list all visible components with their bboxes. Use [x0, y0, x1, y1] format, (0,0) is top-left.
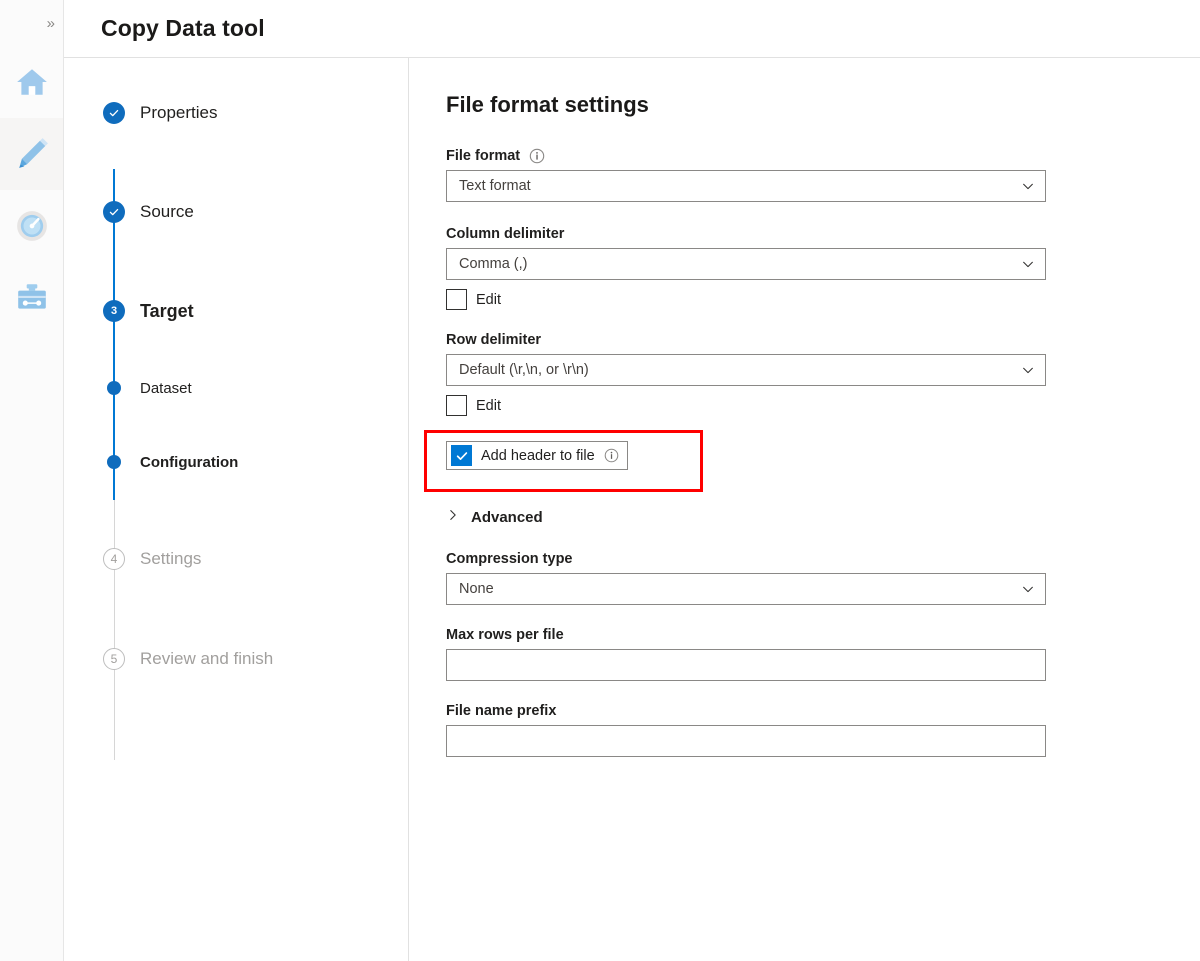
sidebar-item-label: Properties — [140, 103, 218, 122]
file-format-settings-form: File format settings File format Text fo… — [409, 58, 1200, 961]
step-connector-inactive — [113, 500, 115, 760]
sidebar-item-label: Settings — [140, 549, 202, 568]
checkbox-box — [446, 289, 467, 310]
field-label-text: Compression type — [446, 551, 573, 567]
step-status-icon-target: 3 — [103, 300, 125, 322]
max-rows-per-file-input[interactable] — [446, 649, 1046, 681]
wizard-steps-panel: Properties Source 3 Target Dataset Confi… — [64, 58, 409, 961]
row-delimiter-dropdown[interactable]: Default (\r,\n, or \r\n) — [446, 354, 1046, 386]
step-number: 5 — [110, 652, 118, 666]
field-label-text: File name prefix — [446, 703, 557, 719]
label-row-delimiter: Row delimiter — [446, 332, 1200, 348]
step-status-icon-source — [103, 201, 125, 223]
wizard-step-list: Properties Source 3 Target Dataset Confi… — [64, 100, 408, 760]
add-header-to-file-region: Add header to file — [424, 430, 1046, 492]
sidebar-item-label: Dataset — [140, 379, 192, 397]
step-status-icon-configuration — [107, 455, 121, 469]
chevron-right-icon — [446, 508, 460, 527]
field-column-delimiter: Column delimiter Comma (,) Edit — [446, 226, 1200, 310]
field-row-delimiter: Row delimiter Default (\r,\n, or \r\n) E… — [446, 332, 1200, 416]
compression-type-value: None — [459, 581, 494, 597]
sidebar-item-properties[interactable]: Properties — [103, 100, 408, 126]
left-navigation-rail: » — [0, 0, 64, 961]
rail-expand-row: » — [0, 0, 63, 46]
sidebar-item-settings[interactable]: 4 Settings — [103, 546, 408, 572]
column-delimiter-value: Comma (,) — [459, 256, 528, 272]
sidebar-item-label: Target — [140, 300, 194, 321]
file-format-value: Text format — [459, 178, 531, 194]
sidebar-item-label: Source — [140, 202, 194, 221]
compression-type-dropdown[interactable]: None — [446, 573, 1046, 605]
step-number: 4 — [110, 552, 118, 566]
label-compression-type: Compression type — [446, 551, 1200, 567]
chevron-double-right-icon[interactable]: » — [47, 16, 55, 31]
file-name-prefix-input[interactable] — [446, 725, 1046, 757]
add-header-to-file-checkbox[interactable]: Add header to file — [446, 441, 628, 470]
sidebar-item-label: Configuration — [140, 453, 239, 471]
page-title: Copy Data tool — [101, 15, 265, 41]
sidebar-item-review-and-finish[interactable]: 5 Review and finish — [103, 646, 408, 672]
field-label-text: Max rows per file — [446, 627, 564, 643]
field-file-format: File format Text format — [446, 148, 1200, 202]
sidebar-item-dataset[interactable]: Dataset — [103, 375, 408, 401]
step-status-icon-settings: 4 — [103, 548, 125, 570]
row-delimiter-value: Default (\r,\n, or \r\n) — [459, 362, 589, 378]
field-label-text: Row delimiter — [446, 332, 542, 348]
advanced-label: Advanced — [471, 509, 543, 526]
step-number: 3 — [110, 304, 118, 317]
main-region: Copy Data tool Properties Source 3 Targe… — [64, 0, 1200, 961]
rail-item-manage[interactable] — [0, 262, 63, 334]
sidebar-item-configuration[interactable]: Configuration — [103, 449, 408, 475]
step-status-icon-review: 5 — [103, 648, 125, 670]
body-area: Properties Source 3 Target Dataset Confi… — [64, 58, 1200, 961]
column-delimiter-dropdown[interactable]: Comma (,) — [446, 248, 1046, 280]
step-status-icon-dataset — [107, 381, 121, 395]
rail-item-home[interactable] — [0, 46, 63, 118]
step-status-icon-properties — [103, 102, 125, 124]
file-format-dropdown[interactable]: Text format — [446, 170, 1046, 202]
chevron-down-icon — [1021, 582, 1035, 596]
label-file-name-prefix: File name prefix — [446, 703, 1200, 719]
row-delimiter-edit-checkbox[interactable]: Edit — [446, 395, 501, 416]
checkbox-box — [446, 395, 467, 416]
copy-data-tool-window: » Copy Data tool Properties Source 3 Tar… — [0, 0, 1200, 961]
title-bar: Copy Data tool — [64, 0, 1200, 58]
chevron-down-icon — [1021, 257, 1035, 271]
checkbox-label: Edit — [476, 397, 501, 414]
rail-item-author[interactable] — [0, 118, 63, 190]
label-column-delimiter: Column delimiter — [446, 226, 1200, 242]
chevron-down-icon — [1021, 179, 1035, 193]
info-icon[interactable] — [529, 148, 545, 164]
label-file-format: File format — [446, 148, 1200, 164]
pencil-icon — [15, 137, 49, 171]
checkbox-label: Edit — [476, 291, 501, 308]
gauge-icon — [15, 209, 49, 243]
toolbox-icon — [15, 281, 49, 315]
field-label-text: File format — [446, 148, 521, 164]
form-heading: File format settings — [446, 92, 649, 117]
field-label-text: Column delimiter — [446, 226, 565, 242]
checkbox-label: Add header to file — [481, 447, 595, 464]
info-icon[interactable] — [604, 448, 619, 463]
field-compression-type: Compression type None — [446, 551, 1200, 605]
column-delimiter-edit-checkbox[interactable]: Edit — [446, 289, 501, 310]
rail-item-monitor[interactable] — [0, 190, 63, 262]
chevron-down-icon — [1021, 363, 1035, 377]
checkbox-box — [451, 445, 472, 466]
home-icon — [15, 65, 49, 99]
sidebar-item-source[interactable]: Source — [103, 199, 408, 225]
label-max-rows-per-file: Max rows per file — [446, 627, 1200, 643]
field-max-rows-per-file: Max rows per file — [446, 627, 1200, 681]
field-file-name-prefix: File name prefix — [446, 703, 1200, 757]
sidebar-item-target[interactable]: 3 Target — [103, 298, 408, 324]
sidebar-item-label: Review and finish — [140, 649, 274, 668]
advanced-expander[interactable]: Advanced — [446, 508, 543, 527]
